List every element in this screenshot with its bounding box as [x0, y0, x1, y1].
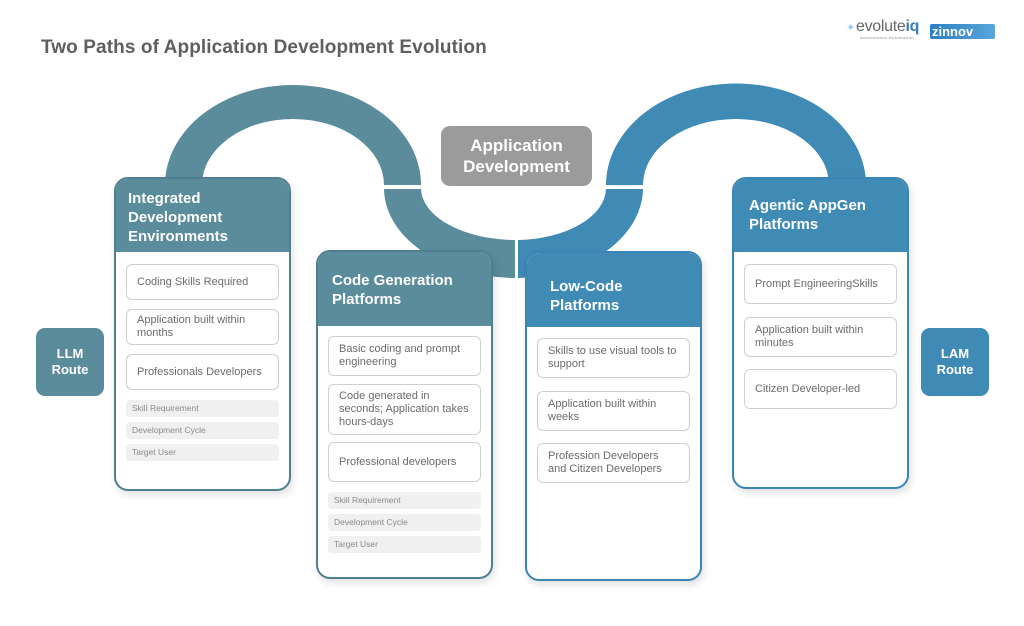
- user-item: Profession Developers and Citizen Develo…: [537, 443, 690, 483]
- llm-route-line2: Route: [51, 362, 89, 377]
- card-agentic-appgen-platforms: Agentic AppGen Platforms Prompt Engineer…: [732, 177, 909, 489]
- lam-route-line2: Route: [936, 362, 974, 377]
- skill-item: Coding Skills Required: [126, 264, 279, 300]
- skill-item: Prompt EngineeringSkills: [744, 264, 897, 304]
- card-integrated-development-environments: Integrated Development Environments Codi…: [114, 177, 291, 491]
- lam-route-badge: LAM Route: [921, 328, 989, 396]
- card-title: Agentic AppGen Platforms: [734, 179, 907, 252]
- card-title: Integrated Development Environments: [116, 179, 289, 252]
- user-item: Professional developers: [328, 442, 481, 482]
- llm-path-upper-arc: [165, 85, 421, 185]
- card-title: Low-Code Platforms: [527, 253, 700, 327]
- target-user-label: Target User: [328, 536, 481, 553]
- lam-route-line1: LAM: [940, 346, 970, 361]
- application-development-node: Application Development: [441, 126, 592, 186]
- card-low-code-platforms: Low-Code Platforms Skills to use visual …: [525, 251, 702, 581]
- center-label-line1: Application: [470, 136, 563, 155]
- card-code-generation-platforms: Code Generation Platforms Basic coding a…: [316, 250, 493, 579]
- lam-path-upper-arc: [606, 83, 866, 185]
- user-item: Professionals Developers: [126, 354, 279, 390]
- user-item: Citizen Developer-led: [744, 369, 897, 409]
- center-label-line2: Development: [463, 157, 570, 176]
- skill-item: Skills to use visual tools to support: [537, 338, 690, 378]
- cycle-item: Application built within minutes: [744, 317, 897, 357]
- development-cycle-label: Development Cycle: [126, 422, 279, 439]
- cycle-item: Application built within weeks: [537, 391, 690, 431]
- skill-requirement-label: Skill Requirement: [126, 400, 279, 417]
- cycle-item: Code generated in seconds; Application t…: [328, 384, 481, 435]
- skill-item: Basic coding and prompt engineering: [328, 336, 481, 376]
- card-title: Code Generation Platforms: [318, 252, 491, 326]
- target-user-label: Target User: [126, 444, 279, 461]
- development-cycle-label: Development Cycle: [328, 514, 481, 531]
- cycle-item: Application built within months: [126, 309, 279, 345]
- llm-route-badge: LLM Route: [36, 328, 104, 396]
- skill-requirement-label: Skill Requirement: [328, 492, 481, 509]
- llm-route-line1: LLM: [56, 346, 84, 361]
